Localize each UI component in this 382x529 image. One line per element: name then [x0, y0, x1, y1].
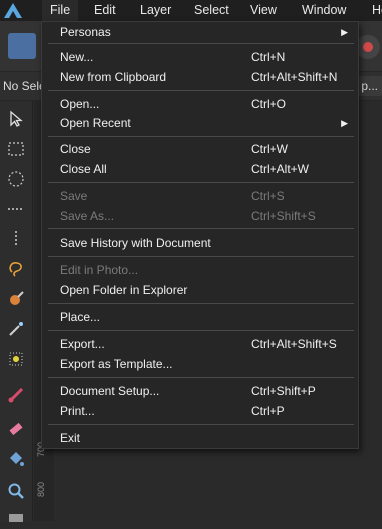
fill-bucket-icon[interactable]: [4, 447, 28, 471]
move-tool-icon[interactable]: [4, 107, 28, 131]
menu-item-shortcut: Ctrl+Alt+Shift+S: [251, 337, 337, 351]
submenu-arrow-icon: ▶: [341, 118, 348, 128]
menu-separator: [48, 43, 354, 44]
menu-item-edit-in-photo: Edit in Photo...: [42, 260, 358, 280]
file-menu: Personas ▶ New... Ctrl+N New from Clipbo…: [41, 21, 359, 449]
menu-separator: [48, 136, 354, 137]
menu-item-label: Open...: [60, 97, 100, 111]
menu-item-label: New...: [60, 50, 94, 64]
menu-separator: [48, 90, 354, 91]
menu-item-label: Document Setup...: [60, 384, 160, 398]
menu-item-shortcut: Ctrl+O: [251, 97, 287, 111]
menu-item-open-recent[interactable]: Open Recent ▶: [42, 113, 358, 133]
menu-item-save: Save Ctrl+S: [42, 186, 358, 206]
menu-item-new-from-clipboard[interactable]: New from Clipboard Ctrl+Alt+Shift+N: [42, 67, 358, 87]
menu-item-exit[interactable]: Exit: [42, 428, 358, 448]
menu-separator: [48, 303, 354, 304]
menu-item-label: Export as Template...: [60, 357, 173, 371]
column-marquee-icon[interactable]: [4, 227, 28, 251]
designer-persona-icon[interactable]: [8, 33, 36, 59]
menu-item-label: Save: [60, 189, 88, 203]
menu-item-label: Personas: [60, 25, 111, 39]
menu-item-close[interactable]: Close Ctrl+W: [42, 139, 358, 159]
flood-select-icon[interactable]: [4, 347, 28, 371]
ruler-label: 800: [36, 481, 46, 497]
tools-panel: [0, 101, 33, 522]
menu-item-shortcut: Ctrl+Shift+P: [251, 384, 316, 398]
menu-item-open-folder[interactable]: Open Folder in Explorer: [42, 280, 358, 300]
menu-item-print[interactable]: Print... Ctrl+P: [42, 401, 358, 421]
app-logo-icon[interactable]: [2, 1, 24, 20]
menu-item-shortcut: Ctrl+S: [251, 189, 285, 203]
menu-select[interactable]: Select: [186, 0, 237, 21]
menu-item-label: Close: [60, 142, 91, 156]
menu-item-label: Close All: [60, 162, 107, 176]
menu-separator: [48, 182, 354, 183]
selection-status: No Sele: [3, 79, 46, 93]
eraser-icon[interactable]: [4, 415, 28, 439]
magic-wand-icon[interactable]: [4, 317, 28, 341]
menu-item-label: Export...: [60, 337, 105, 351]
menu-item-shortcut: Ctrl+P: [251, 404, 285, 418]
menu-item-close-all[interactable]: Close All Ctrl+Alt+W: [42, 159, 358, 179]
menu-separator: [48, 424, 354, 425]
menu-item-export[interactable]: Export... Ctrl+Alt+Shift+S: [42, 334, 358, 354]
menu-help[interactable]: He: [364, 0, 382, 21]
menu-item-new[interactable]: New... Ctrl+N: [42, 47, 358, 67]
submenu-arrow-icon: ▶: [341, 27, 348, 37]
settings-icon[interactable]: [356, 35, 380, 59]
menu-edit[interactable]: Edit: [86, 0, 124, 21]
menu-item-label: Place...: [60, 310, 101, 324]
menu-item-save-history[interactable]: Save History with Document: [42, 233, 358, 253]
menu-separator: [48, 228, 354, 229]
menu-item-shortcut: Ctrl+W: [251, 142, 288, 156]
menu-file[interactable]: File: [42, 0, 79, 21]
selection-brush-icon[interactable]: [4, 287, 28, 311]
menu-view[interactable]: View: [242, 0, 285, 21]
menu-separator: [48, 377, 354, 378]
menu-layer[interactable]: Layer: [132, 0, 179, 21]
ellipse-marquee-icon[interactable]: [4, 167, 28, 191]
menu-item-label: Exit: [60, 431, 81, 445]
menu-window[interactable]: Window: [294, 0, 354, 21]
menu-item-label: New from Clipboard: [60, 70, 167, 84]
menu-item-shortcut: Ctrl+N: [251, 50, 286, 64]
freehand-selection-icon[interactable]: [4, 257, 28, 281]
menu-item-export-template[interactable]: Export as Template...: [42, 354, 358, 374]
menu-item-open[interactable]: Open... Ctrl+O: [42, 94, 358, 114]
menu-separator: [48, 330, 354, 331]
menu-item-document-setup[interactable]: Document Setup... Ctrl+Shift+P: [42, 381, 358, 401]
menu-item-shortcut: Ctrl+Shift+S: [251, 209, 316, 223]
menu-item-label: Open Recent: [60, 116, 131, 130]
menu-item-save-as: Save As... Ctrl+Shift+S: [42, 206, 358, 226]
ruler-tool-icon[interactable]: [4, 505, 28, 529]
menu-item-label: Save History with Document: [60, 236, 211, 250]
menu-item-label: Print...: [60, 404, 95, 418]
paint-brush-icon[interactable]: [4, 383, 28, 407]
menu-item-label: Edit in Photo...: [60, 263, 139, 277]
row-marquee-icon[interactable]: [4, 197, 28, 221]
menu-item-place[interactable]: Place...: [42, 307, 358, 327]
menu-item-shortcut: Ctrl+Alt+Shift+N: [251, 70, 338, 84]
menu-item-label: Save As...: [60, 209, 115, 223]
menu-item-personas[interactable]: Personas ▶: [42, 22, 358, 42]
zoom-icon[interactable]: [4, 479, 28, 503]
menu-separator: [48, 256, 354, 257]
rectangle-marquee-icon[interactable]: [4, 137, 28, 161]
menu-item-label: Open Folder in Explorer: [60, 283, 188, 297]
menubar: File Edit Layer Select View Window He: [0, 0, 382, 21]
menu-item-shortcut: Ctrl+Alt+W: [251, 162, 310, 176]
